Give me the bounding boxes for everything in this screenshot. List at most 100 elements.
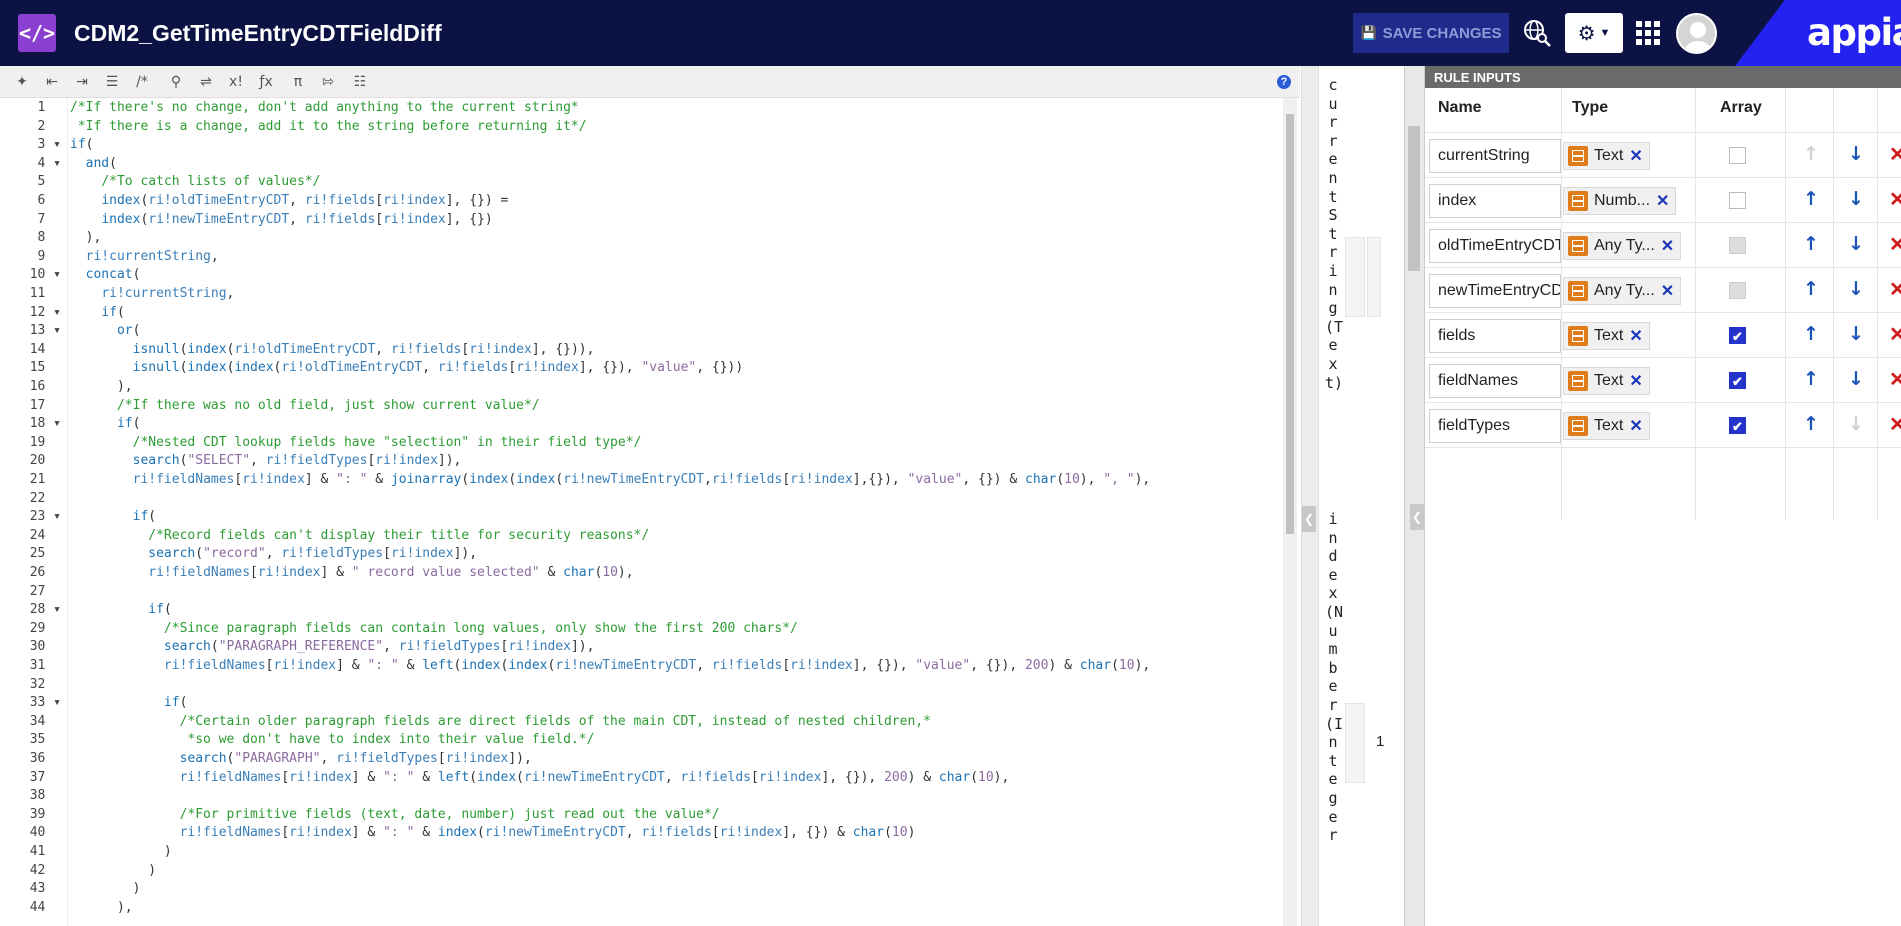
code-token: 10 — [1064, 472, 1080, 487]
code-token: ( — [508, 472, 517, 487]
settings-menu-button[interactable]: ⚙ ▼ — [1565, 13, 1623, 53]
rule-input-name-field[interactable]: currentString — [1429, 139, 1561, 173]
move-down-icon[interactable]: ↓ — [1846, 188, 1866, 212]
delete-input-icon[interactable]: ✕ — [1889, 187, 1901, 213]
avatar[interactable] — [1676, 13, 1717, 54]
rule-input-name-field[interactable]: fieldTypes — [1429, 409, 1561, 443]
help-icon[interactable]: ? — [1277, 75, 1291, 89]
collapse-right-icon[interactable]: ❮ — [1410, 504, 1424, 530]
array-checkbox[interactable]: ✔ — [1729, 372, 1746, 389]
code-editor[interactable]: 1 2 3 ▾ 4 ▾ 5 6 7 8 9 10 ▾ 11 12 ▾ 13 ▾ 14 15… — [0, 98, 1298, 926]
editor-splitter[interactable] — [1301, 66, 1319, 926]
code-token: ( — [1111, 658, 1119, 673]
test-input-current-string-scroll[interactable] — [1367, 237, 1381, 317]
search-list-icon[interactable]: ☷ — [350, 72, 370, 92]
array-checkbox[interactable]: ✔ — [1729, 327, 1746, 344]
rule-input-type-picker[interactable]: Numb... ✕ — [1563, 187, 1677, 215]
code-token: & — [414, 769, 438, 785]
magic-wand-icon[interactable]: ✦ — [12, 72, 32, 92]
rule-input-name-field[interactable]: oldTimeEntryCDT — [1429, 229, 1561, 263]
x-superscript-icon[interactable]: x! — [226, 72, 246, 92]
rule-input-type-picker[interactable]: Text ✕ — [1563, 367, 1650, 395]
editor-scrollbar[interactable] — [1283, 98, 1297, 926]
panel-scrollbar-thumb[interactable] — [1408, 126, 1420, 271]
rule-input-row: index Numb... ✕ ↑ ↓ ✕ — [1425, 178, 1901, 223]
move-up-icon[interactable]: ↑ — [1801, 278, 1821, 302]
rule-input-name-field[interactable]: fieldNames — [1429, 364, 1561, 398]
code-token: [ — [250, 565, 258, 580]
array-checkbox — [1729, 237, 1746, 254]
delete-input-icon[interactable]: ✕ — [1889, 277, 1901, 303]
chevron-down-icon: ▼ — [1599, 27, 1611, 39]
remove-type-icon[interactable]: ✕ — [1629, 371, 1642, 391]
rule-input-type-picker[interactable]: Any Ty... ✕ — [1563, 277, 1682, 305]
search-icon[interactable]: ⚲ — [166, 72, 186, 92]
line-number: 18 ▾ — [29, 416, 61, 432]
code-token: ri!fieldNames — [179, 769, 282, 785]
move-up-icon[interactable]: ↑ — [1801, 368, 1821, 392]
test-input-current-string[interactable] — [1345, 237, 1365, 317]
rule-input-type-picker[interactable]: Text ✕ — [1563, 322, 1650, 350]
test-input-index[interactable] — [1345, 703, 1365, 783]
delete-input-icon[interactable]: ✕ — [1889, 232, 1901, 258]
line-number: 7 — [37, 211, 61, 227]
apps-grid-icon[interactable] — [1636, 21, 1660, 45]
line-number: 8 — [37, 230, 61, 246]
indent-icon[interactable]: ⇥ — [72, 72, 92, 92]
line-number: 42 — [29, 862, 61, 878]
move-down-icon[interactable]: ↓ — [1846, 233, 1866, 257]
delete-input-icon[interactable]: ✕ — [1889, 412, 1901, 438]
code-token: ri!newTimeEntryCDT — [148, 211, 290, 227]
rule-input-name-field[interactable]: newTimeEntryCDT — [1429, 274, 1561, 308]
outdent-icon[interactable]: ⇤ — [42, 72, 62, 92]
panel-scrollbar[interactable] — [1404, 66, 1424, 926]
line-number: 20 — [29, 453, 61, 469]
rule-input-type-picker[interactable]: Text ✕ — [1563, 142, 1650, 170]
comment-icon[interactable]: /* — [132, 72, 152, 92]
remove-type-icon[interactable]: ✕ — [1629, 416, 1642, 436]
rule-input-type-picker[interactable]: Any Ty... ✕ — [1563, 232, 1682, 260]
move-down-icon[interactable]: ↓ — [1846, 323, 1866, 347]
code-token: ( — [469, 769, 478, 785]
move-up-icon[interactable]: ↑ — [1801, 188, 1821, 212]
code-line: search("record", ri!fieldTypes[ri!index]… — [70, 546, 477, 561]
fx-icon[interactable]: ƒx — [256, 72, 276, 92]
array-checkbox[interactable]: ✔ — [1729, 417, 1746, 434]
remove-type-icon[interactable]: ✕ — [1629, 326, 1642, 346]
editor-scrollbar-thumb[interactable] — [1286, 114, 1294, 534]
remove-type-icon[interactable]: ✕ — [1661, 236, 1674, 256]
delete-input-icon[interactable]: ✕ — [1889, 142, 1901, 168]
globe-search-icon[interactable] — [1522, 18, 1552, 48]
test-entry-index: index(Number(Integer — [1325, 510, 1344, 845]
rule-input-name-field[interactable]: fields — [1429, 319, 1561, 353]
rule-input-name-field[interactable]: index — [1429, 184, 1561, 218]
list-icon[interactable]: ☰ — [102, 72, 122, 92]
code-token: ], {}), — [852, 658, 916, 673]
collapse-left-icon[interactable]: ❮ — [1302, 506, 1316, 532]
code-line: /*If there was no old field, just show c… — [70, 398, 540, 413]
move-up-icon[interactable]: ↑ — [1801, 233, 1821, 257]
array-checkbox[interactable] — [1729, 192, 1746, 209]
delete-input-icon[interactable]: ✕ — [1889, 367, 1901, 393]
remove-type-icon[interactable]: ✕ — [1629, 146, 1642, 166]
remove-type-icon[interactable]: ✕ — [1661, 281, 1674, 301]
delete-input-icon[interactable]: ✕ — [1889, 322, 1901, 348]
save-changes-button[interactable]: 💾 SAVE CHANGES — [1353, 13, 1509, 53]
line-number: 6 — [37, 193, 61, 208]
move-up-icon[interactable]: ↑ — [1801, 323, 1821, 347]
move-down-icon[interactable]: ↓ — [1846, 143, 1866, 167]
data-type-icon — [1568, 416, 1588, 436]
move-up-icon[interactable]: ↑ — [1801, 413, 1821, 437]
code-token: , {}) & — [962, 472, 1025, 487]
rule-input-type-picker[interactable]: Text ✕ — [1563, 412, 1650, 440]
code-token: & — [414, 825, 438, 841]
array-checkbox[interactable] — [1729, 147, 1746, 164]
move-down-icon[interactable]: ↓ — [1846, 278, 1866, 302]
export-icon[interactable]: ⇰ — [318, 72, 338, 92]
pi-icon[interactable]: π — [288, 72, 308, 92]
code-token: if — [70, 137, 86, 153]
remove-type-icon[interactable]: ✕ — [1656, 191, 1669, 211]
move-down-icon[interactable]: ↓ — [1846, 368, 1866, 392]
shuffle-icon[interactable]: ⇌ — [196, 72, 216, 92]
